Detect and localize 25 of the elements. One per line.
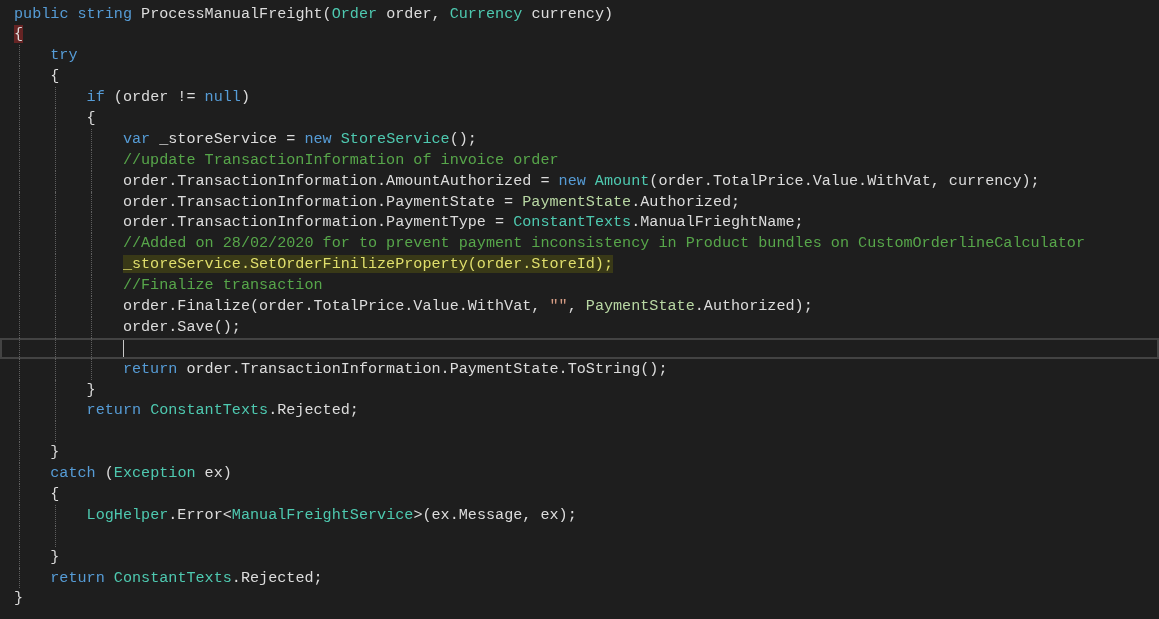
- code-line: public string ProcessManualFreight(Order order, Currency currency): [14, 3, 614, 25]
- text-cursor-icon: [122, 339, 124, 357]
- code-line: //Finalize transaction: [122, 275, 323, 296]
- code-line: order.TransactionInformation.AmountAuthorized = new Amount(order.TotalPrice.Value.WithVat, currency);: [122, 170, 1040, 192]
- code-line: order.TransactionInformation.PaymentState = PaymentState.Authorized;: [122, 191, 741, 213]
- code-line: var _storeService = new StoreService();: [122, 128, 477, 150]
- code-line: return order.TransactionInformation.PaymentState.ToString();: [122, 358, 668, 380]
- code-line: return ConstantTexts.Rejected;: [86, 400, 359, 422]
- code-line: LogHelper.Error<ManualFreightService>(ex.Message, ex);: [86, 504, 577, 526]
- code-line: //update TransactionInformation of invoice order: [122, 149, 559, 171]
- code-line: order.TransactionInformation.PaymentType = ConstantTexts.ManualFrieghtName;: [122, 212, 804, 234]
- code-line: if (order != null): [86, 87, 250, 108]
- code-line: }: [14, 588, 24, 610]
- code-line: {: [86, 107, 96, 129]
- code-line: //Added on 28/02/2020 for to prevent payment inconsistency in Product bundles on CustomOrderlineCalculator: [122, 233, 1085, 255]
- code-line: try: [50, 45, 78, 67]
- code-line: }: [86, 379, 96, 401]
- code-line: order.Finalize(order.TotalPrice.Value.WithVat, "", PaymentState.Authorized);: [122, 295, 813, 317]
- code-line: }: [50, 442, 60, 464]
- code-line: catch (Exception ex): [50, 463, 232, 484]
- code-line: }: [50, 546, 60, 568]
- code-line: return ConstantTexts.Rejected;: [50, 567, 323, 589]
- code-line: {: [50, 484, 60, 505]
- code-line: {: [50, 66, 60, 88]
- code-line: order.Save();: [122, 316, 241, 338]
